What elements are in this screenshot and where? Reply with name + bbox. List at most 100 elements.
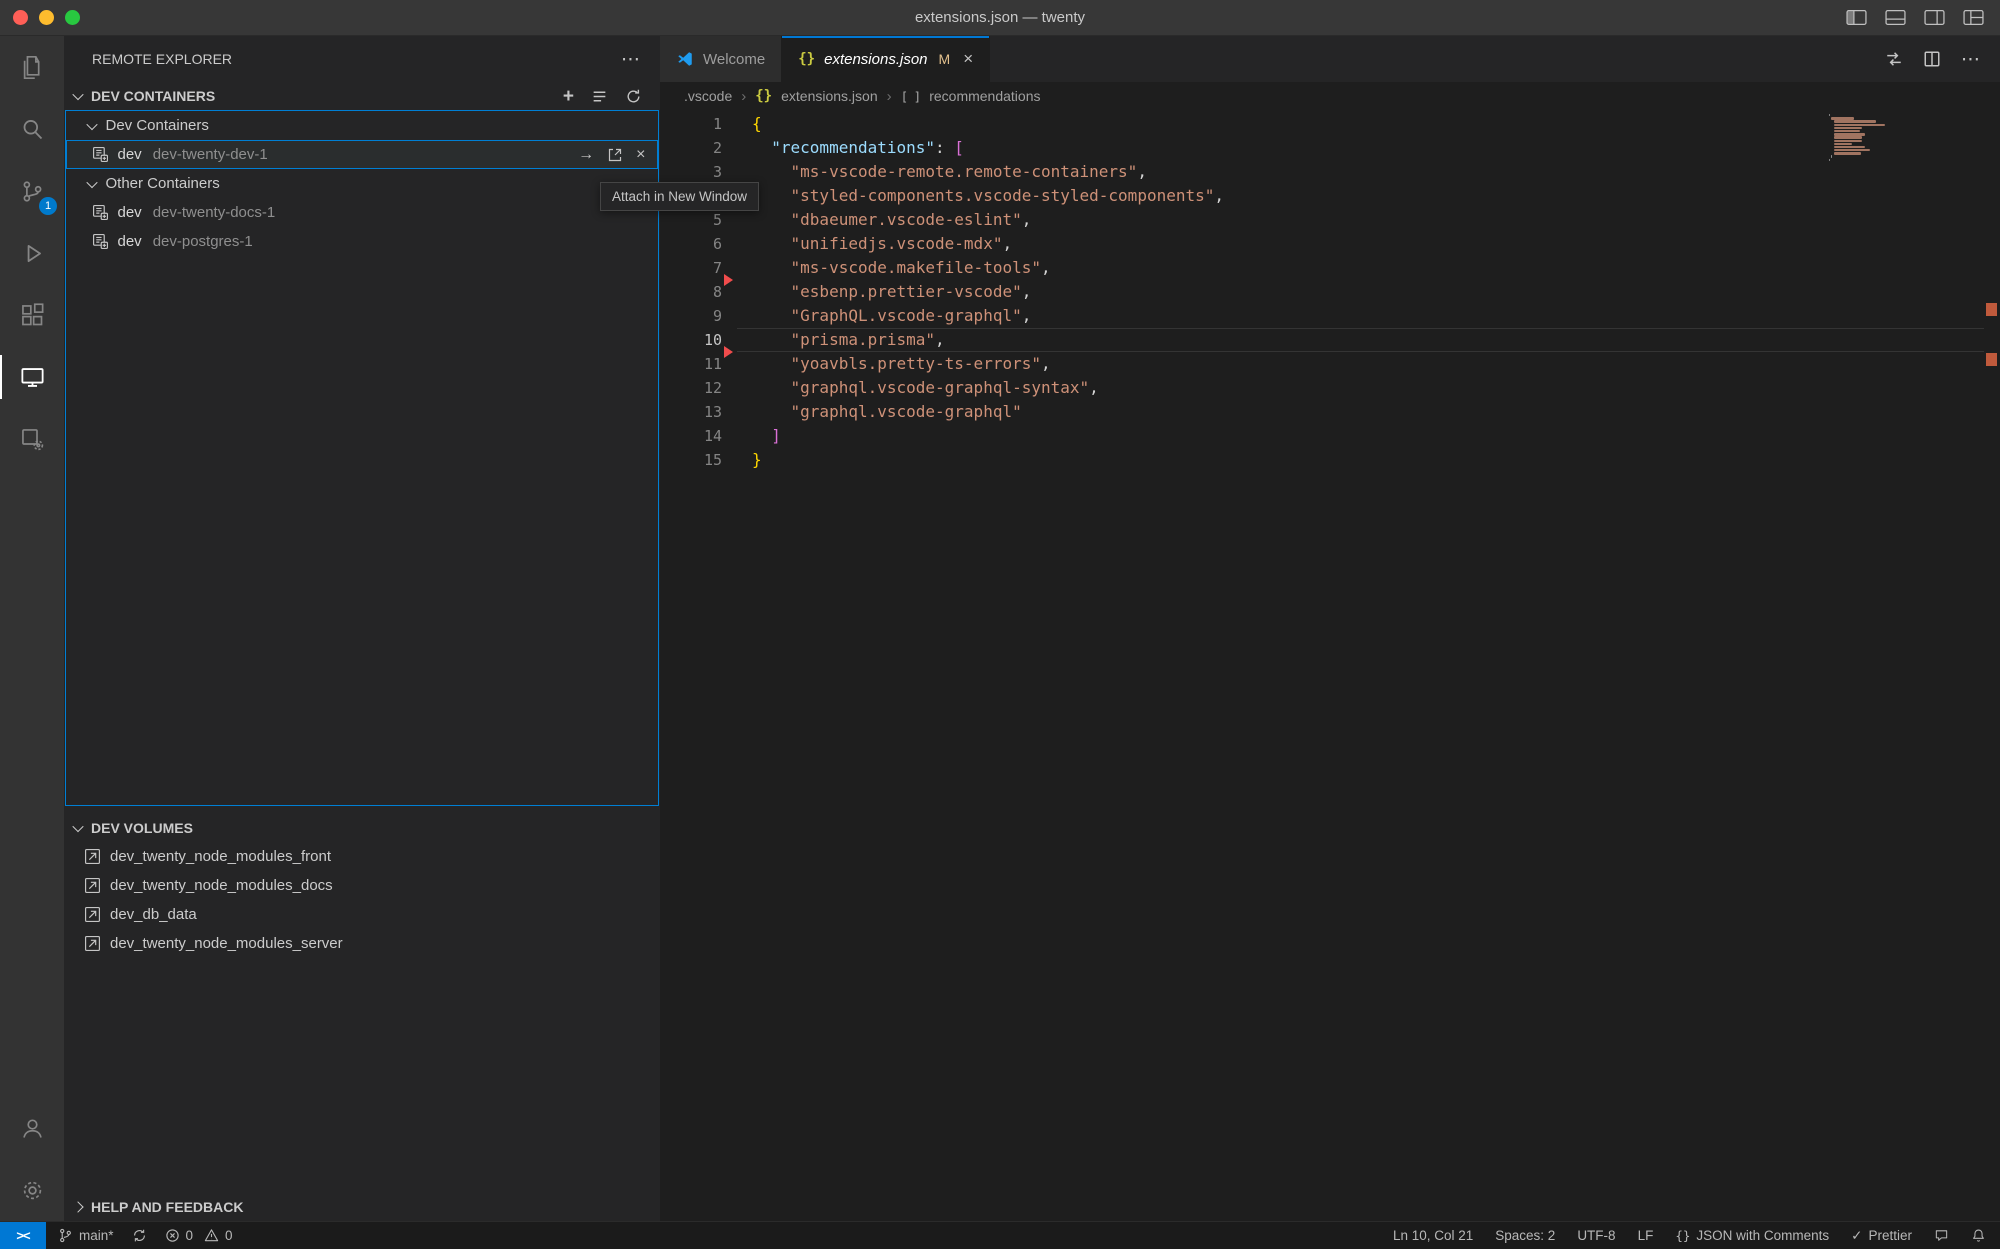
filter-icon[interactable] (591, 88, 608, 105)
tree-group-row[interactable]: Other Containers (66, 169, 658, 198)
overview-ruler-mark (1986, 303, 1997, 316)
container-item-row[interactable]: devdev-postgres-1 (66, 227, 658, 256)
volume-item-row[interactable]: dev_twenty_node_modules_front (64, 842, 660, 871)
language-mode-status[interactable]: {} JSON with Comments (1675, 1228, 1829, 1243)
line-number[interactable]: 6 (660, 232, 722, 256)
activity-search[interactable] (0, 98, 64, 160)
code-line[interactable]: 6 "unifiedjs.vscode-mdx", (660, 232, 2000, 256)
open-changes-icon[interactable] (1885, 50, 1903, 68)
activity-extensions[interactable] (0, 284, 64, 346)
split-editor-icon[interactable] (1923, 50, 1941, 68)
close-tab-icon[interactable]: × (963, 49, 973, 69)
line-number[interactable]: 11 (660, 352, 722, 376)
customize-layout-icon[interactable] (1963, 9, 1984, 26)
toggle-primary-sidebar-icon[interactable] (1846, 9, 1867, 26)
git-branch-status[interactable]: main* (58, 1228, 114, 1243)
section-dev-containers-header[interactable]: DEV CONTAINERS + (64, 82, 660, 110)
line-number[interactable]: 9 (660, 304, 722, 328)
line-number[interactable]: 3 (660, 160, 722, 184)
line-number[interactable]: 14 (660, 424, 722, 448)
code-line[interactable]: 10 "prisma.prisma", (660, 328, 2000, 352)
indentation-status[interactable]: Spaces: 2 (1495, 1228, 1555, 1243)
code-line[interactable]: 8 "esbenp.prettier-vscode", (660, 280, 2000, 304)
line-number[interactable]: 15 (660, 448, 722, 472)
remote-indicator[interactable]: >< (0, 1222, 46, 1249)
volume-item-row[interactable]: dev_db_data (64, 900, 660, 929)
section-help-feedback-header[interactable]: HELP AND FEEDBACK (64, 1193, 660, 1221)
remote-explorer-icon (19, 364, 46, 391)
json-icon: {} (755, 88, 772, 104)
line-number[interactable]: 1 (660, 112, 722, 136)
breadcrumb-folder[interactable]: .vscode (684, 88, 732, 104)
toggle-secondary-sidebar-icon[interactable] (1924, 9, 1945, 26)
cursor-position-status[interactable]: Ln 10, Col 21 (1393, 1228, 1473, 1243)
activity-dev-containers[interactable] (0, 408, 64, 470)
container-item-row[interactable]: devdev-twenty-dev-1→× (66, 140, 658, 169)
attach-new-window-icon[interactable] (607, 147, 623, 163)
code-line[interactable]: 13 "graphql.vscode-graphql" (660, 400, 2000, 424)
code-line[interactable]: 15} (660, 448, 2000, 472)
code-line[interactable]: 11 "yoavbls.pretty-ts-errors", (660, 352, 2000, 376)
line-number[interactable]: 12 (660, 376, 722, 400)
code-line[interactable]: 7 "ms-vscode.makefile-tools", (660, 256, 2000, 280)
volume-icon (84, 877, 101, 894)
notifications-bell-icon[interactable] (1971, 1228, 1986, 1243)
dev-volumes-list: dev_twenty_node_modules_frontdev_twenty_… (64, 842, 660, 958)
code-line[interactable]: 4 "styled-components.vscode-styled-compo… (660, 184, 2000, 208)
code-area[interactable]: 1{2 "recommendations": [3 "ms-vscode-rem… (660, 112, 2000, 1221)
minimize-window-button[interactable] (39, 10, 54, 25)
toggle-panel-icon[interactable] (1885, 9, 1906, 26)
volume-item-row[interactable]: dev_twenty_node_modules_server (64, 929, 660, 958)
problems-status[interactable]: 0 0 (165, 1228, 233, 1243)
git-modified-badge: M (939, 51, 951, 67)
git-deleted-marker (724, 346, 733, 358)
code-line[interactable]: 1{ (660, 112, 2000, 136)
container-item-row[interactable]: devdev-twenty-docs-1 (66, 198, 658, 227)
breadcrumb-file[interactable]: extensions.json (781, 88, 878, 104)
line-number[interactable]: 13 (660, 400, 722, 424)
code-line[interactable]: 2 "recommendations": [ (660, 136, 2000, 160)
tab-extensions-json[interactable]: {} extensions.json M × (782, 36, 990, 82)
breadcrumb-symbol[interactable]: recommendations (929, 88, 1040, 104)
editor-more-actions-icon[interactable]: ⋯ (1961, 48, 1980, 71)
traffic-lights (13, 10, 80, 25)
line-number[interactable]: 7 (660, 256, 722, 280)
sidebar-more-actions-icon[interactable]: ⋯ (621, 50, 640, 69)
line-number[interactable]: 8 (660, 280, 722, 304)
sync-changes-button[interactable] (132, 1228, 147, 1243)
encoding-status[interactable]: UTF-8 (1577, 1228, 1615, 1243)
tree-group-row[interactable]: Dev Containers (66, 111, 658, 140)
close-window-button[interactable] (13, 10, 28, 25)
error-icon (165, 1228, 180, 1243)
json-icon: {} (798, 51, 815, 67)
feedback-icon[interactable] (1934, 1228, 1949, 1243)
line-number[interactable]: 2 (660, 136, 722, 160)
remove-container-icon[interactable]: × (636, 147, 645, 163)
section-dev-volumes-header[interactable]: DEV VOLUMES (64, 814, 660, 842)
attach-container-icon[interactable]: → (578, 147, 594, 163)
gear-icon (19, 1177, 46, 1204)
search-icon (19, 116, 46, 143)
code-line[interactable]: 14 ] (660, 424, 2000, 448)
activity-source-control[interactable]: 1 (0, 160, 64, 222)
code-line[interactable]: 12 "graphql.vscode-graphql-syntax", (660, 376, 2000, 400)
volume-item-row[interactable]: dev_twenty_node_modules_docs (64, 871, 660, 900)
activity-explorer[interactable] (0, 36, 64, 98)
minimap[interactable] (1829, 114, 1895, 162)
activity-settings[interactable] (0, 1159, 64, 1221)
code-line[interactable]: 5 "dbaeumer.vscode-eslint", (660, 208, 2000, 232)
refresh-icon[interactable] (625, 88, 642, 105)
new-dev-container-icon[interactable]: + (563, 87, 574, 106)
line-number[interactable]: 10 (660, 328, 722, 352)
code-line[interactable]: 9 "GraphQL.vscode-graphql", (660, 304, 2000, 328)
zoom-window-button[interactable] (65, 10, 80, 25)
tab-welcome[interactable]: Welcome (660, 36, 782, 82)
formatter-status[interactable]: ✓ Prettier (1851, 1228, 1912, 1244)
activity-run-debug[interactable] (0, 222, 64, 284)
code-line[interactable]: 3 "ms-vscode-remote.remote-containers", (660, 160, 2000, 184)
activity-remote-explorer[interactable] (0, 346, 64, 408)
line-number[interactable]: 5 (660, 208, 722, 232)
container-icon (92, 204, 109, 221)
activity-accounts[interactable] (0, 1097, 64, 1159)
eol-status[interactable]: LF (1638, 1228, 1654, 1243)
